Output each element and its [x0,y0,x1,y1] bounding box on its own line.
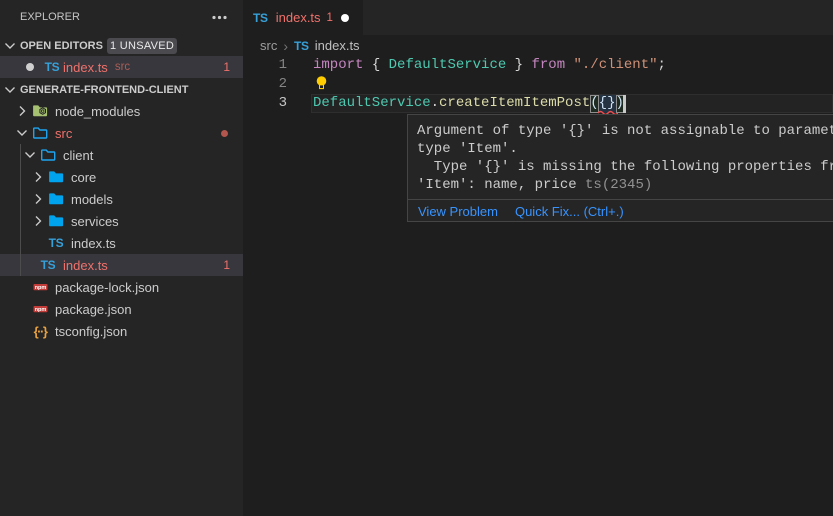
svg-text:npm: npm [34,285,46,291]
svg-text:npm: npm [34,307,46,313]
